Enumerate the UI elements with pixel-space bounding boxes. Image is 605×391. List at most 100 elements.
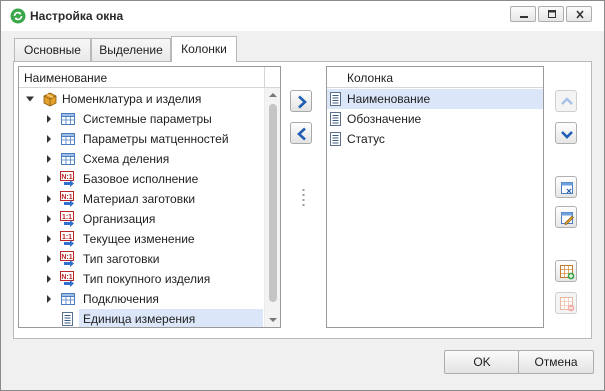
expand-arrow-icon[interactable] xyxy=(44,254,54,264)
tree-item-label: Базовое исполнение xyxy=(83,172,199,186)
tree-item[interactable]: N:1 Тип заготовки xyxy=(19,249,280,269)
column-settings-button[interactable] xyxy=(555,176,577,198)
settings-dialog: Настройка окна Основные Выделение Колонк… xyxy=(0,0,605,391)
cancel-button[interactable]: Отмена xyxy=(518,350,594,374)
svg-text:1:1: 1:1 xyxy=(62,214,72,221)
tab-label: Основные xyxy=(24,43,81,57)
tree-item-label: Единица измерения xyxy=(83,312,196,326)
tree-item[interactable]: Единица измерения xyxy=(19,309,280,327)
header-label: Колонка xyxy=(347,71,394,85)
tree-item-label: Номенклатура и изделия xyxy=(62,92,202,106)
tree-item[interactable]: Системные параметры xyxy=(19,109,280,129)
tree-item[interactable]: Параметры матценностей xyxy=(19,129,280,149)
move-down-button[interactable] xyxy=(555,122,577,144)
column-list-item[interactable]: Статус xyxy=(327,129,543,149)
expand-arrow-icon[interactable] xyxy=(44,194,54,204)
tree-item-label: Схема деления xyxy=(83,152,170,166)
expand-arrow-icon[interactable] xyxy=(44,114,54,124)
table-icon xyxy=(61,113,75,125)
n-to-1-link-icon: N:1 xyxy=(60,271,74,287)
field-icon xyxy=(330,112,341,126)
n-to-1-link-icon: N:1 xyxy=(60,171,74,187)
expand-arrow-icon[interactable] xyxy=(44,174,54,184)
expand-arrow-icon[interactable] xyxy=(44,154,54,164)
expand-arrow-icon[interactable] xyxy=(44,234,54,244)
svg-text:N:1: N:1 xyxy=(61,194,72,201)
table-icon xyxy=(61,133,75,145)
field-icon xyxy=(330,92,341,106)
minimize-button[interactable] xyxy=(510,6,536,22)
n-to-1-link-icon: N:1 xyxy=(60,191,74,207)
scroll-down-icon[interactable] xyxy=(269,317,277,323)
add-column-button[interactable] xyxy=(290,90,312,112)
column-settings-icon xyxy=(561,182,573,194)
tree-item-label: Системные параметры xyxy=(83,112,212,126)
expand-arrow-icon[interactable] xyxy=(44,294,54,304)
expand-arrow-icon[interactable] xyxy=(44,274,54,284)
selected-columns-header[interactable]: Колонка xyxy=(327,67,543,88)
selected-columns-list[interactable]: Колонка Наименование Обозначение Статус xyxy=(326,66,544,328)
close-icon xyxy=(576,10,584,19)
tree-item[interactable]: Схема деления xyxy=(19,149,280,169)
box-icon xyxy=(43,92,57,107)
collapse-arrow-icon[interactable] xyxy=(25,94,35,104)
remove-column-button[interactable] xyxy=(290,122,312,144)
tab-label: Колонки xyxy=(181,42,227,56)
expand-arrow-icon[interactable] xyxy=(44,214,54,224)
edit-column-button[interactable] xyxy=(555,206,577,228)
available-fields-tree[interactable]: Наименование Номенклатура и изделия Сист… xyxy=(18,66,281,328)
tree-item-label: Текущее изменение xyxy=(83,232,195,246)
expand-arrow-icon[interactable] xyxy=(44,134,54,144)
add-column-arrow-icon xyxy=(298,95,307,109)
add-group-icon xyxy=(560,265,575,280)
available-fields-header[interactable]: Наименование xyxy=(19,67,280,88)
scroll-up-icon[interactable] xyxy=(269,92,277,98)
n-to-1-link-icon: N:1 xyxy=(60,251,74,267)
tab-columns[interactable]: Колонки xyxy=(171,36,237,62)
tree-item-label: Подключения xyxy=(83,292,159,306)
tree-root-item[interactable]: Номенклатура и изделия xyxy=(19,89,280,109)
columns-tab-panel: Наименование Номенклатура и изделия Сист… xyxy=(13,61,592,339)
column-item-label: Обозначение xyxy=(347,112,422,126)
tab-label: Выделение xyxy=(99,43,163,57)
ok-button[interactable]: OK xyxy=(444,350,520,374)
splitter-grip-icon[interactable] xyxy=(302,189,305,207)
move-up-button[interactable] xyxy=(555,90,577,112)
tree-item[interactable]: N:1 Тип покупного изделия xyxy=(19,269,280,289)
window-title: Настройка окна xyxy=(30,9,124,23)
title-bar: Настройка окна xyxy=(1,1,604,31)
tree-item[interactable]: 1:1 Текущее изменение xyxy=(19,229,280,249)
tree-item[interactable]: Подключения xyxy=(19,289,280,309)
maximize-button[interactable] xyxy=(538,6,564,22)
tab-selection[interactable]: Выделение xyxy=(91,38,171,61)
move-up-icon xyxy=(561,97,573,105)
tree-item-label: Материал заготовки xyxy=(83,192,196,206)
tree-item[interactable]: N:1 Материал заготовки xyxy=(19,189,280,209)
table-icon xyxy=(61,293,75,305)
svg-text:N:1: N:1 xyxy=(61,274,72,281)
column-list-item[interactable]: Обозначение xyxy=(327,109,543,129)
vertical-scrollbar[interactable] xyxy=(264,88,280,327)
column-list-item[interactable]: Наименование xyxy=(327,89,543,109)
table-icon xyxy=(61,153,75,165)
tab-general[interactable]: Основные xyxy=(14,38,91,61)
maximize-icon xyxy=(548,10,556,18)
tree-item[interactable]: N:1 Базовое исполнение xyxy=(19,169,280,189)
close-button[interactable] xyxy=(566,6,592,22)
remove-group-button[interactable] xyxy=(555,292,577,314)
tree-item-label: Тип покупного изделия xyxy=(83,272,211,286)
add-group-button[interactable] xyxy=(555,260,577,282)
svg-text:N:1: N:1 xyxy=(61,254,72,261)
tree-item-label: Организация xyxy=(83,212,156,226)
column-item-label: Наименование xyxy=(347,92,431,106)
tree-item-label: Параметры матценностей xyxy=(83,132,229,146)
field-icon xyxy=(330,132,341,146)
remove-column-arrow-icon xyxy=(297,127,306,141)
move-down-icon xyxy=(561,131,573,139)
header-divider xyxy=(264,67,265,88)
one-to-one-link-icon: 1:1 xyxy=(60,231,74,247)
tree-item[interactable]: 1:1 Организация xyxy=(19,209,280,229)
tree-item-label: Тип заготовки xyxy=(83,252,160,266)
minimize-icon xyxy=(520,16,528,18)
scrollbar-thumb[interactable] xyxy=(269,104,277,302)
